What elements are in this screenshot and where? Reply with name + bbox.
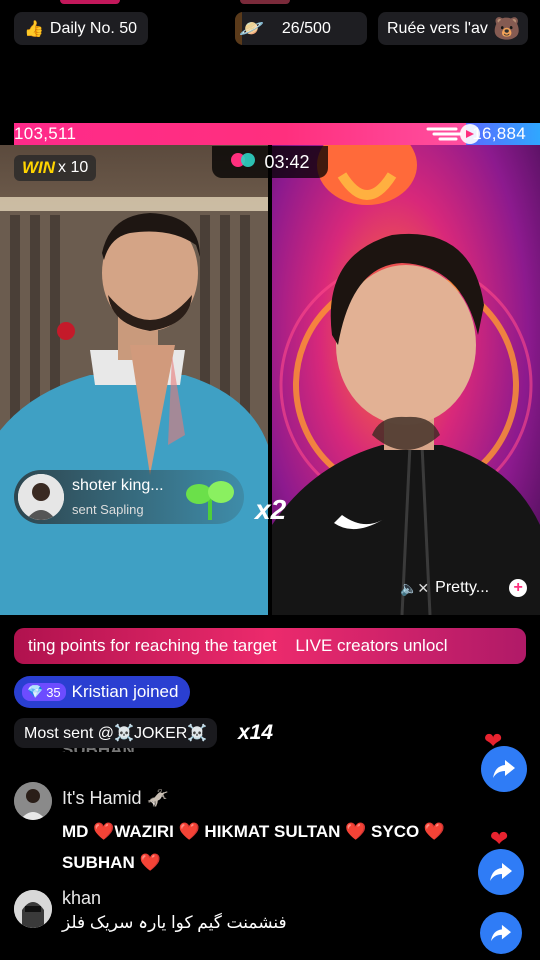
share-button[interactable]	[480, 912, 522, 954]
right-stream-background	[272, 145, 540, 615]
commenter-name[interactable]: khan	[62, 888, 101, 909]
share-button[interactable]	[481, 746, 527, 792]
ruee-event-pill[interactable]: Ruée vers l'av 🐻	[378, 12, 528, 45]
ruee-event-label: Ruée vers l'av	[387, 19, 488, 37]
gift-multiplier: x2	[255, 494, 287, 525]
planet-icon: 🪐	[239, 18, 264, 40]
event-ticker: ting points for reaching the target LIVE…	[14, 628, 526, 664]
share-arrow-icon	[490, 863, 512, 881]
top-edge-highlight	[60, 0, 120, 4]
share-button[interactable]	[478, 849, 524, 895]
score-boundary-spark-icon	[426, 121, 486, 147]
goal-progress-pill[interactable]: 🪐 26/500	[235, 12, 367, 45]
most-sent-text: Most sent @☠️JOKER☠️	[24, 725, 208, 742]
goal-progress-text: 26/500	[281, 19, 331, 37]
gift-notification: shoter king... sent Sapling	[14, 470, 244, 524]
event-ticker-text: ting points for reaching the target LIVE…	[28, 636, 448, 655]
comment-text: فنشمنت گیم کوا یارہ سریک فلز	[62, 913, 287, 932]
comment-text-continued: SUBHAN ❤️	[62, 853, 161, 872]
left-stream-video[interactable]	[0, 145, 268, 615]
battle-versus-icon	[230, 152, 256, 173]
daily-ranking-label: Daily No. 50	[49, 19, 138, 37]
sapling-gift-icon	[184, 476, 236, 527]
share-arrow-icon	[493, 760, 515, 778]
gift-sender-avatar[interactable]	[18, 474, 64, 520]
join-text: Kristian joined	[71, 682, 179, 701]
comment-text: MD ❤️WAZIRI ❤️ HIKMAT SULTAN ❤️ SYCO ❤️	[62, 822, 446, 841]
gift-action: sent Sapling	[72, 502, 144, 517]
join-notification: 💎 35 Kristian joined	[14, 676, 191, 708]
commenter-name[interactable]: It's Hamid 🫏	[62, 788, 169, 809]
comments-list: SUBHAN It's Hamid 🫏 MD ❤️WAZIRI ❤️ HIKMA…	[0, 748, 540, 960]
right-stream-video[interactable]: 🔈✕ Pretty... +	[272, 145, 540, 615]
score-left-fill: 103,511	[14, 123, 467, 145]
left-stream-background	[0, 197, 268, 615]
thumbs-up-icon: 👍	[24, 20, 44, 38]
battle-score-bar: 103,511 16,884	[14, 123, 540, 145]
score-left: 103,511	[14, 124, 77, 143]
most-sent-banner: Most sent @☠️JOKER☠️	[14, 718, 218, 748]
right-stream-label[interactable]: 🔈✕ Pretty... +	[400, 579, 528, 597]
user-level-badge: 💎 35	[22, 683, 66, 701]
battle-timer: 03:42	[212, 146, 328, 178]
win-count: x 10	[58, 159, 89, 176]
muted-speaker-icon: 🔈✕	[400, 579, 430, 596]
win-streak-badge: WIN x 10	[14, 155, 97, 181]
top-edge-highlight	[240, 0, 290, 4]
share-arrow-icon	[491, 924, 511, 942]
diamond-icon: 💎	[27, 684, 44, 699]
bear-icon: 🐻	[493, 15, 521, 41]
commenter-avatar[interactable]	[14, 782, 52, 820]
comment-partial-text: SUBHAN	[62, 748, 135, 759]
right-stream-name: Pretty...	[435, 579, 490, 596]
most-sent-count: x14	[238, 721, 274, 744]
user-level: 35	[46, 684, 61, 700]
commenter-avatar[interactable]	[14, 890, 52, 928]
win-label: WIN	[22, 158, 56, 177]
daily-ranking-pill[interactable]: 👍 Daily No. 50	[14, 12, 148, 45]
follow-plus-icon[interactable]: +	[509, 579, 528, 597]
battle-timer-text: 03:42	[264, 151, 310, 172]
gift-sender-name: shoter king...	[72, 477, 164, 494]
